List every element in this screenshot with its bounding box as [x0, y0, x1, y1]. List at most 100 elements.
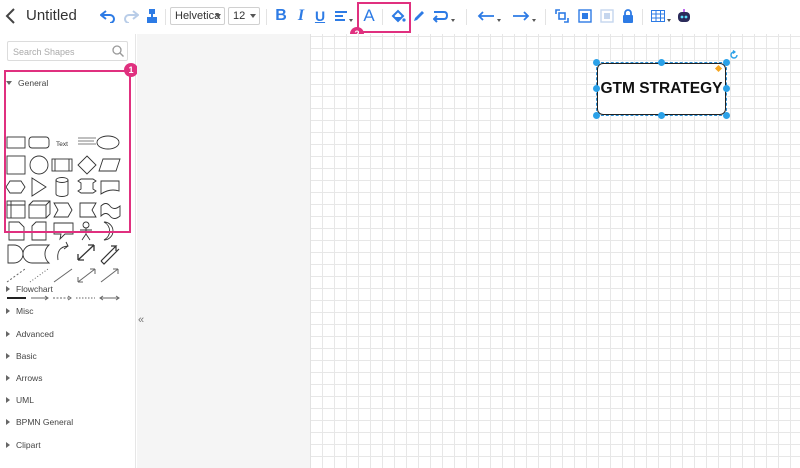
resize-handle-bottom[interactable]: [658, 112, 665, 119]
lock-button[interactable]: [620, 6, 636, 26]
redo-button[interactable]: [121, 6, 141, 26]
back-arrow-icon[interactable]: [4, 6, 18, 26]
chevron-down-icon: [349, 18, 353, 22]
toolbar-divider: [466, 9, 467, 25]
collapse-sidebar-button[interactable]: «: [136, 312, 146, 328]
bring-to-front-button[interactable]: [576, 6, 594, 26]
table-button[interactable]: [649, 6, 673, 26]
section-bpmn-general[interactable]: BPMN General: [6, 415, 73, 429]
italic-button[interactable]: I: [295, 6, 307, 26]
chevron-down-icon: [250, 14, 256, 18]
section-basic[interactable]: Basic: [6, 349, 37, 363]
chevron-down-icon: [532, 18, 536, 22]
delay-shape[interactable]: [7, 244, 24, 264]
expand-triangle-icon: [6, 442, 10, 448]
connector-style-button[interactable]: [431, 6, 457, 26]
toolbar-divider: [545, 9, 546, 25]
undo-button[interactable]: [98, 6, 118, 26]
expand-triangle-icon: [6, 286, 10, 292]
section-label: Clipart: [16, 440, 41, 450]
expand-triangle-icon: [6, 397, 10, 403]
rotate-handle-icon[interactable]: [729, 50, 739, 60]
section-misc[interactable]: Misc: [6, 304, 33, 318]
highlight-general-shapes: [4, 70, 131, 233]
data-storage-shape[interactable]: [22, 244, 51, 264]
dashed-arrow-shape[interactable]: [53, 295, 72, 301]
section-arrows[interactable]: Arrows: [6, 371, 42, 385]
line-end-button[interactable]: [509, 6, 539, 26]
resize-handle-top[interactable]: [658, 59, 665, 66]
dashed-line-shape[interactable]: [6, 268, 26, 283]
section-label: UML: [16, 395, 34, 405]
resize-handle-bottom-right[interactable]: [723, 112, 730, 119]
resize-handle-top-left[interactable]: [593, 59, 600, 66]
bold-button[interactable]: B: [274, 6, 288, 26]
line-start-button[interactable]: [474, 6, 504, 26]
rotate-button[interactable]: [552, 6, 572, 26]
toolbar-divider: [642, 9, 643, 25]
redo-icon: [124, 10, 139, 23]
expand-triangle-icon: [6, 308, 10, 314]
section-uml[interactable]: UML: [6, 393, 34, 407]
table-icon: [651, 10, 665, 22]
arrow-shape[interactable]: [100, 245, 120, 265]
rotate-icon: [555, 9, 569, 23]
expand-triangle-icon: [6, 419, 10, 425]
highlight-font-color: [357, 2, 411, 33]
shape-label[interactable]: GTM STRATEGY: [601, 80, 723, 98]
send-to-back-button[interactable]: [598, 6, 616, 26]
double-arrow-line-shape[interactable]: [77, 268, 96, 283]
section-label: Advanced: [16, 329, 54, 339]
resize-handle-right[interactable]: [723, 85, 730, 92]
ai-assistant-button[interactable]: [675, 6, 693, 26]
search-icon[interactable]: [111, 44, 125, 58]
section-label: BPMN General: [16, 417, 74, 427]
resize-handle-bottom-left[interactable]: [593, 112, 600, 119]
arrow-left-icon: [477, 11, 494, 21]
line-color-button[interactable]: [411, 6, 427, 26]
connector-arrow-shape[interactable]: [31, 295, 49, 301]
chevron-down-icon: [497, 18, 501, 22]
section-flowchart[interactable]: Flowchart: [6, 282, 53, 296]
annotation-badge-1: 1: [124, 63, 138, 77]
section-clipart[interactable]: Clipart: [6, 438, 41, 452]
arrow-line-shape[interactable]: [100, 268, 119, 283]
chevron-down-icon: [215, 14, 221, 18]
underline-button[interactable]: U: [313, 6, 327, 26]
font-family-select[interactable]: Helvetica: [170, 7, 225, 25]
selected-rounded-rectangle[interactable]: GTM STRATEGY: [597, 63, 726, 115]
resize-handle-top-right[interactable]: [723, 59, 730, 66]
document-title[interactable]: Untitled: [26, 7, 77, 24]
toolbar-divider: [266, 9, 267, 25]
section-label: Flowchart: [16, 284, 53, 294]
drawing-page[interactable]: [310, 34, 800, 468]
search-shapes-input[interactable]: Search Shapes: [7, 41, 128, 61]
undo-icon: [100, 10, 115, 23]
expand-triangle-icon: [6, 375, 10, 381]
curve-shape[interactable]: [57, 241, 69, 261]
bidirectional-connector-shape[interactable]: [99, 295, 120, 301]
robot-icon: [678, 9, 690, 22]
arrow-right-icon: [513, 11, 530, 21]
text-align-button[interactable]: [334, 6, 354, 26]
font-size-select[interactable]: 12: [228, 7, 260, 25]
expand-triangle-icon: [6, 331, 10, 337]
send-back-icon: [600, 9, 614, 23]
lock-icon: [623, 9, 633, 23]
chevron-down-icon: [451, 18, 455, 22]
bring-front-icon: [578, 9, 592, 23]
format-painter-button[interactable]: [143, 6, 161, 26]
section-label: Misc: [16, 306, 34, 316]
align-left-icon: [335, 11, 347, 21]
toolbar-divider: [165, 9, 166, 25]
resize-handle-left[interactable]: [593, 85, 600, 92]
chevron-down-icon: [667, 18, 671, 22]
section-advanced[interactable]: Advanced: [6, 327, 54, 341]
line-shape[interactable]: [53, 268, 73, 283]
dotted-line-shape[interactable]: [29, 268, 49, 283]
pen-icon: [414, 11, 424, 21]
section-label: Arrows: [16, 373, 43, 383]
format-painter-icon: [147, 9, 157, 23]
bidirectional-arrow-shape[interactable]: [77, 244, 95, 261]
expand-triangle-icon: [6, 353, 10, 359]
